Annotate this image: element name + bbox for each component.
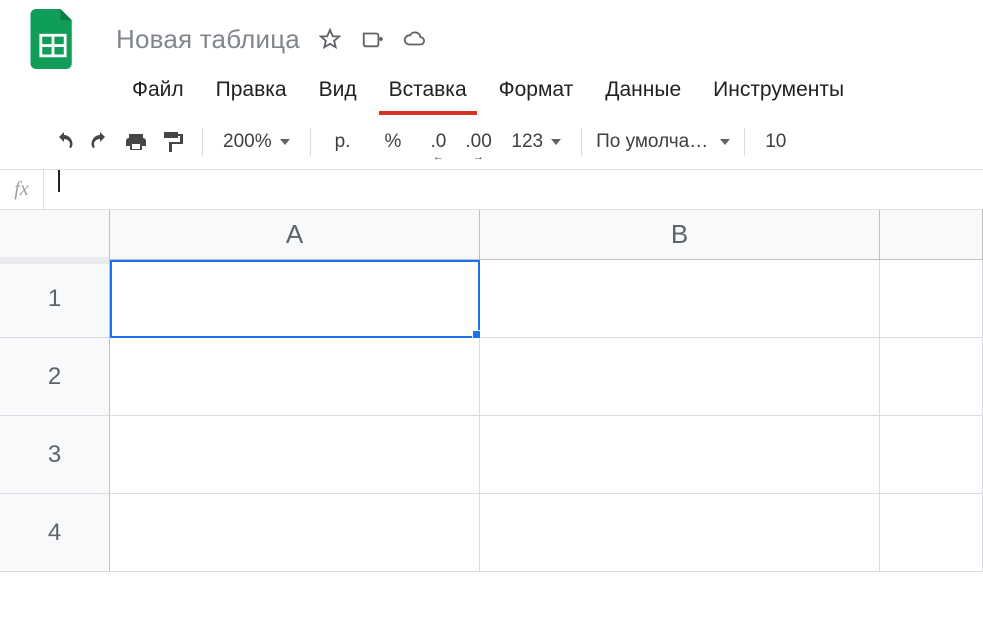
undo-icon[interactable] [48, 126, 80, 158]
sheets-logo[interactable] [28, 9, 78, 69]
decrease-decimal[interactable]: .0 ← [425, 131, 451, 153]
menu-view[interactable]: Вид [303, 66, 373, 114]
col-header-c-partial[interactable] [880, 210, 983, 260]
more-formats[interactable]: 123 [505, 131, 567, 153]
cell-a1[interactable] [110, 260, 480, 338]
col-header-b[interactable]: B [480, 210, 880, 260]
menu-file[interactable]: Файл [116, 66, 200, 114]
cloud-icon[interactable] [402, 27, 426, 51]
col-header-a[interactable]: A [110, 210, 480, 260]
row-header-2[interactable]: 2 [0, 338, 110, 416]
format-currency[interactable]: р. [325, 131, 361, 153]
font-size[interactable]: 10 [759, 131, 792, 153]
increase-decimal[interactable]: .00 → [465, 131, 491, 153]
cell-b3[interactable] [480, 416, 880, 494]
row-header-4[interactable]: 4 [0, 494, 110, 572]
spreadsheet-grid: A B 1 2 3 4 [0, 210, 983, 572]
separator [202, 128, 203, 156]
cell-b2[interactable] [480, 338, 880, 416]
row-header-1[interactable]: 1 [0, 260, 110, 338]
menu-format[interactable]: Формат [483, 66, 590, 114]
menu-data[interactable]: Данные [589, 66, 697, 114]
cell-c2-partial[interactable] [880, 338, 983, 416]
cell-c1-partial[interactable] [880, 260, 983, 338]
toolbar: 200% р. % .0 ← .00 → 123 По умолча… 10 [0, 114, 983, 170]
move-icon[interactable] [360, 27, 384, 51]
chevron-down-icon [551, 139, 561, 145]
paint-format-icon[interactable] [156, 126, 188, 158]
format-percent[interactable]: % [374, 131, 411, 153]
zoom-dropdown[interactable]: 200% [217, 131, 296, 153]
formula-bar: fx [0, 170, 983, 210]
arrow-right-icon: → [465, 151, 491, 163]
cell-b1[interactable] [480, 260, 880, 338]
menu-edit[interactable]: Правка [200, 66, 303, 114]
menu-bar: Файл Правка Вид Вставка Формат Данные Ин… [0, 66, 983, 114]
print-icon[interactable] [120, 126, 152, 158]
arrow-left-icon: ← [425, 151, 451, 163]
select-all-corner[interactable] [0, 210, 110, 260]
cell-a4[interactable] [110, 494, 480, 572]
formula-input[interactable] [44, 170, 983, 209]
separator [581, 128, 582, 156]
font-family-dropdown[interactable]: По умолча… [596, 131, 730, 153]
text-cursor [58, 170, 60, 192]
cell-a2[interactable] [110, 338, 480, 416]
cell-c3-partial[interactable] [880, 416, 983, 494]
menu-insert[interactable]: Вставка [373, 66, 483, 114]
redo-icon[interactable] [84, 126, 116, 158]
cell-c4-partial[interactable] [880, 494, 983, 572]
cell-a3[interactable] [110, 416, 480, 494]
zoom-value: 200% [223, 131, 272, 153]
row-header-3[interactable]: 3 [0, 416, 110, 494]
menu-tools[interactable]: Инструменты [697, 66, 860, 114]
fx-label: fx [0, 170, 44, 209]
cell-b4[interactable] [480, 494, 880, 572]
chevron-down-icon [720, 139, 730, 145]
separator [310, 128, 311, 156]
separator [744, 128, 745, 156]
chevron-down-icon [280, 139, 290, 145]
doc-title[interactable]: Новая таблица [116, 24, 300, 55]
star-icon[interactable] [318, 27, 342, 51]
